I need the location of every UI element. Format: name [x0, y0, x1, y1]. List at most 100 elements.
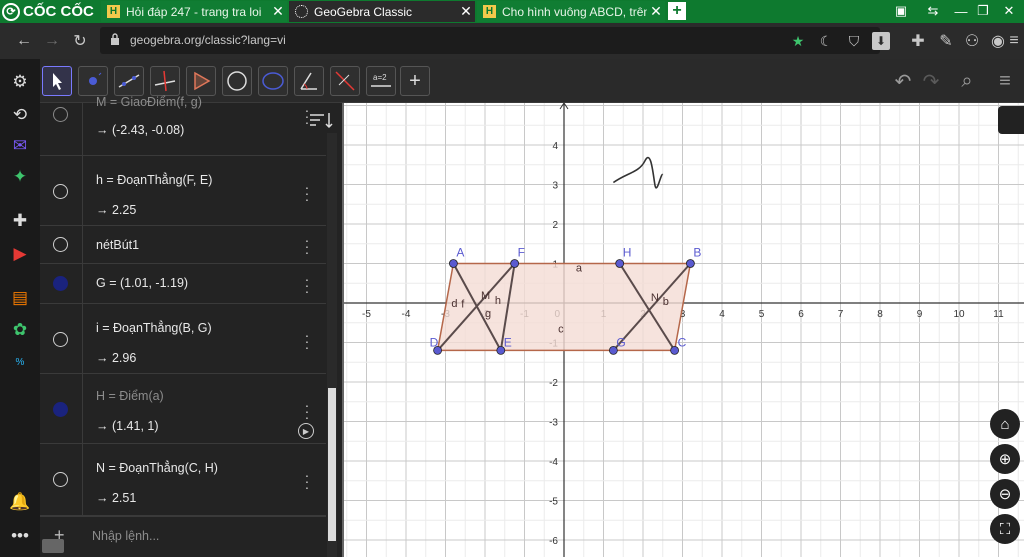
tab-geogebra[interactable]: GeoGebra Classic ✕: [289, 1, 475, 22]
shopee-icon[interactable]: ▤: [8, 287, 32, 309]
row-menu-icon[interactable]: · · ·: [303, 468, 311, 494]
reflect-tool[interactable]: [330, 66, 360, 96]
new-tab-button[interactable]: +: [668, 2, 686, 20]
main-menu-icon[interactable]: ≡: [992, 69, 1018, 93]
close-window-button[interactable]: ✕: [998, 1, 1020, 21]
fullscreen-button[interactable]: ⛶: [990, 514, 1020, 544]
algebra-row[interactable]: i = ĐoạnThẳng(B, G) → 2.96 · · ·: [40, 304, 326, 374]
youtube-icon[interactable]: ▶: [8, 243, 32, 265]
y-tick-label: -5: [549, 497, 558, 508]
row-menu-icon[interactable]: · · ·: [303, 233, 311, 259]
object-label: g: [485, 308, 491, 320]
forward-icon[interactable]: →: [42, 31, 62, 51]
reload-icon[interactable]: ↻: [70, 31, 90, 51]
play-animation-icon[interactable]: ▶: [298, 423, 314, 439]
row-menu-icon[interactable]: · · ·: [303, 180, 311, 206]
row-definition[interactable]: h = ĐoạnThẳng(F, E): [96, 173, 212, 187]
algebra-view: M = GiaoĐiểm(f, g) → (-2.43, -0.08) · · · h =…: [40, 95, 342, 557]
more-icon[interactable]: •••: [8, 525, 32, 547]
visibility-toggle[interactable]: [53, 332, 68, 347]
dark-mode-icon[interactable]: ☾: [816, 31, 836, 51]
keyboard-icon[interactable]: [42, 539, 64, 553]
point-label: G: [616, 335, 625, 349]
row-menu-icon[interactable]: · · ·: [303, 398, 311, 424]
algebra-row[interactable]: G = (1.01, -1.19) · · ·: [40, 264, 326, 304]
messenger-icon[interactable]: ✉: [8, 135, 32, 157]
row-value: → 2.51: [96, 491, 137, 505]
customize-icon[interactable]: ✎: [936, 31, 956, 51]
zoom-in-button[interactable]: ⊕: [990, 444, 1020, 474]
row-definition[interactable]: nétBút1: [96, 238, 139, 252]
tab-hoidap[interactable]: H Hỏi đáp 247 - trang tra loi ✕: [101, 1, 287, 22]
algebra-row[interactable]: H = Điểm(a) → (1.41, 1) · · ·: [40, 374, 326, 444]
add-sidebar-icon[interactable]: ✚: [8, 210, 32, 232]
point-label: F: [518, 246, 525, 260]
algebra-row[interactable]: h = ĐoạnThẳng(F, E) → 2.25 · · ·: [40, 156, 326, 226]
ellipse-tool[interactable]: [258, 66, 288, 96]
redo-icon[interactable]: ↷: [918, 69, 944, 93]
algebra-row[interactable]: nétBút1 · · ·: [40, 226, 326, 264]
row-value: → (1.41, 1): [96, 419, 159, 433]
graphics-view[interactable]: -5-4-3-2-112345678910114321-1-2-3-4-5-60…: [342, 103, 1024, 557]
sync-icon[interactable]: ⚇: [962, 31, 982, 51]
screenshot-icon[interactable]: ▣: [890, 1, 912, 21]
lock-icon: [111, 33, 119, 45]
row-definition[interactable]: i = ĐoạnThẳng(B, G): [96, 321, 212, 335]
line-tool[interactable]: [114, 66, 144, 96]
download-icon[interactable]: ⬇: [872, 32, 890, 50]
slider-tool[interactable]: a=2: [366, 66, 396, 96]
point-tool[interactable]: [78, 66, 108, 96]
point-a: [449, 259, 458, 268]
undo-icon[interactable]: ↶: [890, 69, 916, 93]
more-tools-button[interactable]: +: [400, 66, 430, 96]
tiki-icon[interactable]: %: [8, 351, 32, 373]
circle-tool[interactable]: [222, 66, 252, 96]
home-view-button[interactable]: ⌂: [990, 409, 1020, 439]
row-definition[interactable]: M = GiaoĐiểm(f, g): [96, 95, 202, 109]
search-icon[interactable]: ⌕: [954, 69, 980, 93]
row-menu-icon[interactable]: · · ·: [303, 272, 311, 298]
history-icon[interactable]: ⟲: [8, 104, 32, 126]
visibility-toggle[interactable]: [53, 402, 68, 417]
back-icon[interactable]: ←: [14, 31, 34, 51]
extensions-icon[interactable]: ✚: [908, 31, 928, 51]
polygon-tool[interactable]: [186, 66, 216, 96]
angle-tool[interactable]: [294, 66, 324, 96]
algebra-input-row[interactable]: + Nhập lệnh...: [40, 516, 326, 557]
address-bar[interactable]: geogebra.org/classic?lang=vi ★ ☾ ⛉ ⬇: [100, 27, 890, 54]
visibility-toggle[interactable]: [53, 107, 68, 122]
restore-button[interactable]: ❐: [972, 1, 994, 21]
coccoc-logo[interactable]: ⟳ CỐC CỐC: [2, 2, 94, 21]
row-menu-icon[interactable]: · · ·: [303, 328, 311, 354]
style-bar-toggle[interactable]: [998, 106, 1024, 134]
visibility-toggle[interactable]: [53, 184, 68, 199]
algebra-sort-button[interactable]: [306, 109, 336, 131]
game-icon[interactable]: ✦: [8, 166, 32, 188]
minimize-button[interactable]: —: [950, 1, 972, 21]
shield-icon[interactable]: ⛉: [844, 31, 864, 51]
algebra-row[interactable]: N = ĐoạnThẳng(C, H) → 2.51 · · ·: [40, 444, 326, 516]
move-tool[interactable]: [42, 66, 72, 96]
row-definition[interactable]: N = ĐoạnThẳng(C, H): [96, 461, 218, 475]
close-icon[interactable]: ✕: [457, 3, 475, 20]
graph-canvas[interactable]: -5-4-3-2-112345678910114321-1-2-3-4-5-60…: [344, 103, 1024, 557]
bookmark-star-icon[interactable]: ★: [788, 31, 808, 51]
notification-bell-icon[interactable]: 🔔: [8, 491, 32, 513]
tab-hinhvuong[interactable]: H Cho hình vuông ABCD, trên c ✕: [477, 1, 665, 22]
maps-icon[interactable]: ✿: [8, 319, 32, 341]
algebra-row[interactable]: M = GiaoĐiểm(f, g) → (-2.43, -0.08) · · ·: [40, 95, 326, 156]
close-icon[interactable]: ✕: [269, 3, 287, 20]
zoom-out-button[interactable]: ⊖: [990, 479, 1020, 509]
close-icon[interactable]: ✕: [647, 3, 665, 20]
settings-gear-icon[interactable]: ⚙: [8, 71, 32, 93]
menu-icon[interactable]: ≡: [1004, 31, 1024, 51]
row-definition[interactable]: H = Điểm(a): [96, 389, 164, 403]
y-tick-label: 2: [552, 220, 558, 231]
visibility-toggle[interactable]: [53, 237, 68, 252]
visibility-toggle[interactable]: [53, 472, 68, 487]
algebra-scrollbar-thumb[interactable]: [328, 388, 336, 541]
row-definition[interactable]: G = (1.01, -1.19): [96, 276, 188, 290]
visibility-toggle[interactable]: [53, 276, 68, 291]
perpendicular-tool[interactable]: [150, 66, 180, 96]
sidebar-toggle-icon[interactable]: ⇆: [922, 1, 944, 21]
